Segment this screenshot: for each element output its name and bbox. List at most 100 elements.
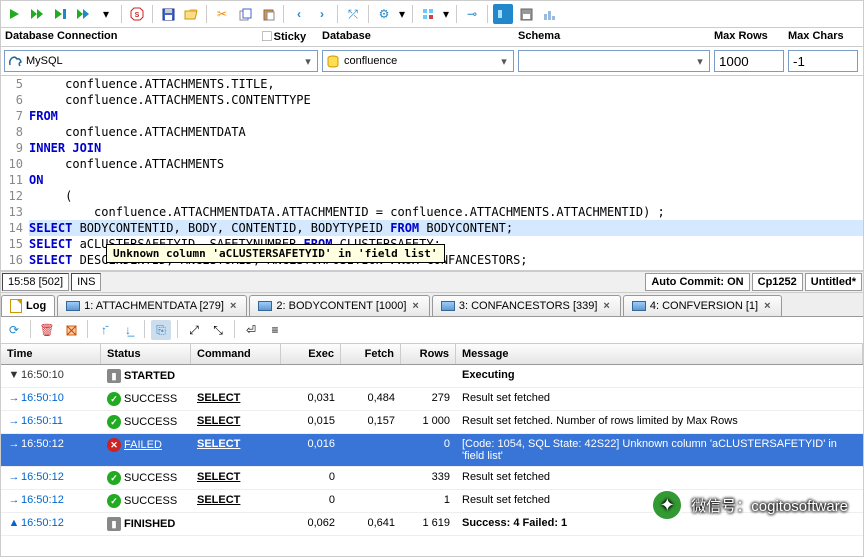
mysql-icon bbox=[7, 53, 23, 69]
dropdown-icon[interactable]: ▾ bbox=[96, 4, 116, 24]
separator bbox=[368, 5, 369, 23]
close-icon[interactable]: × bbox=[228, 300, 238, 312]
log-row[interactable]: →16:50:10 ✓SUCCESS SELECT 0,031 0,484 27… bbox=[1, 388, 863, 411]
export-icon[interactable] bbox=[516, 4, 536, 24]
log-row[interactable]: →16:50:12 ✓SUCCESS SELECT 0 339 Result s… bbox=[1, 467, 863, 490]
log-row[interactable]: →16:50:11 ✓SUCCESS SELECT 0,015 0,157 1 … bbox=[1, 411, 863, 434]
separator bbox=[337, 5, 338, 23]
connection-name: MySQL bbox=[23, 55, 301, 67]
col-status[interactable]: Status bbox=[101, 344, 191, 364]
separator bbox=[412, 5, 413, 23]
wrap-icon[interactable]: ⏎ bbox=[241, 320, 261, 340]
run-explain-icon[interactable] bbox=[73, 4, 93, 24]
maxchars-label: Max Chars bbox=[788, 30, 844, 44]
filter-icon[interactable] bbox=[418, 4, 438, 24]
tab-1-attachmentdata-279-[interactable]: 1: ATTACHMENTDATA [279]× bbox=[57, 295, 247, 316]
watermark: ✦ 微信号：cogitosoftware bbox=[651, 489, 848, 521]
panel-icon[interactable] bbox=[493, 4, 513, 24]
field-labels: Database Connection □Sticky Database Sch… bbox=[1, 28, 863, 47]
collapse-icon[interactable]: ⤡ bbox=[208, 320, 228, 340]
gear-icon[interactable]: ⚙ bbox=[374, 4, 394, 24]
log-toolbar: ⟳ 🗑 ↑̄ ↓̲ ⎘ ⤢ ⤡ ⏎ ≡ bbox=[1, 317, 863, 344]
db-label: Database bbox=[322, 30, 518, 44]
sql-editor[interactable]: 5 confluence.ATTACHMENTS.TITLE,6 conflue… bbox=[1, 76, 863, 271]
prev-icon[interactable]: ‹ bbox=[289, 4, 309, 24]
close-icon[interactable]: × bbox=[410, 300, 420, 312]
separator bbox=[283, 5, 284, 23]
maxrows-label: Max Rows bbox=[714, 30, 788, 44]
col-command[interactable]: Command bbox=[191, 344, 281, 364]
run-script-icon[interactable] bbox=[50, 4, 70, 24]
grid-icon bbox=[632, 301, 646, 311]
error-tooltip: Unknown column 'aCLUSTERSAFETYID' in 'fi… bbox=[106, 244, 445, 263]
filter-dd[interactable]: ▾ bbox=[441, 4, 451, 24]
separator bbox=[152, 5, 153, 23]
tab-3-confancestors-339-[interactable]: 3: CONFANCESTORS [339]× bbox=[432, 295, 621, 316]
cursor-pos: 15:58 [502] bbox=[2, 273, 69, 291]
maxrows-input[interactable] bbox=[714, 50, 784, 72]
ins-mode: INS bbox=[71, 273, 101, 291]
wechat-icon: ✦ bbox=[651, 489, 683, 521]
pin-icon[interactable]: ⊸ bbox=[462, 4, 482, 24]
refresh-icon[interactable]: ⟳ bbox=[4, 320, 24, 340]
log-row[interactable]: →16:50:12 ✕FAILED SELECT 0,016 0 [Code: … bbox=[1, 434, 863, 467]
grid-icon bbox=[66, 301, 80, 311]
run-next-icon[interactable] bbox=[27, 4, 47, 24]
clear-icon[interactable] bbox=[61, 320, 81, 340]
filename: Untitled* bbox=[805, 273, 862, 291]
schema-combo[interactable]: ▾ bbox=[518, 50, 710, 72]
open-icon[interactable] bbox=[181, 4, 201, 24]
format-icon[interactable]: ⤱ bbox=[343, 4, 363, 24]
separator bbox=[206, 5, 207, 23]
main-toolbar: ▾ S ✂ ‹ › ⤱ ⚙▾ ▾ ⊸ bbox=[1, 1, 863, 28]
log-icon bbox=[10, 299, 22, 313]
save-icon[interactable] bbox=[158, 4, 178, 24]
conn-label: Database Connection bbox=[5, 30, 262, 44]
close-icon[interactable]: × bbox=[601, 300, 611, 312]
chevron-down-icon: ▾ bbox=[497, 55, 511, 68]
svg-text:S: S bbox=[135, 12, 140, 19]
schema-label: Schema bbox=[518, 30, 714, 44]
stop-icon[interactable]: S bbox=[127, 4, 147, 24]
col-time[interactable]: Time bbox=[1, 344, 101, 364]
grid-icon bbox=[258, 301, 272, 311]
gear-dd[interactable]: ▾ bbox=[397, 4, 407, 24]
chevron-down-icon: ▾ bbox=[693, 55, 707, 68]
col-fetch[interactable]: Fetch bbox=[341, 344, 401, 364]
close-icon[interactable]: × bbox=[762, 300, 772, 312]
cut-icon[interactable]: ✂ bbox=[212, 4, 232, 24]
tab-2-bodycontent-1000-[interactable]: 2: BODYCONTENT [1000]× bbox=[249, 295, 429, 316]
separator bbox=[487, 5, 488, 23]
next-icon[interactable]: › bbox=[312, 4, 332, 24]
bottom-icon[interactable]: ↓̲ bbox=[118, 320, 138, 340]
scroll-lock-icon[interactable]: ⎘ bbox=[151, 320, 171, 340]
delete-icon[interactable]: 🗑 bbox=[37, 320, 57, 340]
settings-icon[interactable]: ≡ bbox=[265, 320, 285, 340]
expand-icon[interactable]: ⤢ bbox=[184, 320, 204, 340]
tab-4-confversion-1-[interactable]: 4: CONFVERSION [1]× bbox=[623, 295, 782, 316]
controls-row: MySQL ▾ confluence ▾ ▾ bbox=[1, 47, 863, 76]
col-message[interactable]: Message bbox=[456, 344, 863, 364]
sticky-checkbox[interactable]: □ bbox=[262, 30, 272, 44]
separator bbox=[121, 5, 122, 23]
maxchars-input[interactable] bbox=[788, 50, 858, 72]
result-tabs: Log1: ATTACHMENTDATA [279]×2: BODYCONTEN… bbox=[1, 293, 863, 317]
encoding: Cp1252 bbox=[752, 273, 803, 291]
col-exec[interactable]: Exec bbox=[281, 344, 341, 364]
paste-icon[interactable] bbox=[258, 4, 278, 24]
separator bbox=[456, 5, 457, 23]
log-row[interactable]: ▼16:50:10 ▮STARTED Executing bbox=[1, 365, 863, 388]
database-combo[interactable]: confluence ▾ bbox=[322, 50, 514, 72]
status-bar: 15:58 [502] INS Auto Commit: ON Cp1252 U… bbox=[1, 271, 863, 293]
chart-icon[interactable] bbox=[539, 4, 559, 24]
autocommit: Auto Commit: ON bbox=[645, 273, 749, 291]
top-icon[interactable]: ↑̄ bbox=[94, 320, 114, 340]
connection-combo[interactable]: MySQL ▾ bbox=[4, 50, 318, 72]
copy-icon[interactable] bbox=[235, 4, 255, 24]
tab-log[interactable]: Log bbox=[1, 295, 55, 316]
db-name: confluence bbox=[341, 55, 497, 67]
run-icon[interactable] bbox=[4, 4, 24, 24]
col-rows[interactable]: Rows bbox=[401, 344, 456, 364]
log-grid-header: Time Status Command Exec Fetch Rows Mess… bbox=[1, 344, 863, 365]
sticky-label: Sticky bbox=[274, 31, 306, 43]
